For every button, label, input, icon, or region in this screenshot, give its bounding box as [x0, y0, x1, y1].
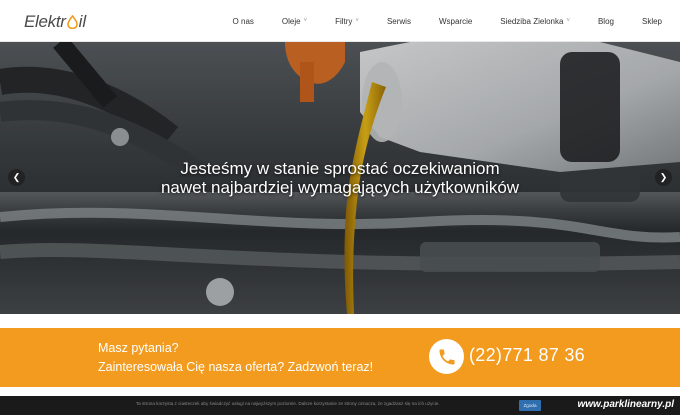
nav-item-siedziba-zielonka[interactable]: Siedziba Zielonka ˅: [500, 17, 570, 26]
oil-drop-logo-icon: [66, 15, 78, 29]
contact-cta: Zainteresowała Cię nasza oferta? Zadzwoń…: [98, 360, 374, 374]
nav-item-label: Wsparcie: [438, 16, 473, 26]
nav-item-blog[interactable]: Blog: [598, 17, 614, 26]
nav-item-label: Sklep: [641, 16, 662, 26]
slider-prev-button[interactable]: ❮: [8, 169, 25, 186]
phone-number[interactable]: (22)771 87 36: [469, 344, 585, 366]
nav-item-label: Siedziba Zielonka: [500, 16, 564, 26]
cookie-bar: Ta strona korzysta z ciasteczek aby świa…: [0, 396, 680, 415]
nav-item-sklep[interactable]: Sklep: [642, 17, 662, 26]
hero-headline-line1: Jesteśmy w stanie sprostać oczekiwaniom: [180, 159, 500, 178]
contact-band: Masz pytania? Zainteresowała Cię nasza o…: [0, 328, 680, 387]
watermark: www.parklinearny.pl: [577, 399, 674, 410]
slider-next-button[interactable]: ❯: [655, 169, 672, 186]
phone-glyph: [439, 349, 454, 364]
phone-icon[interactable]: [429, 339, 464, 374]
nav-item-oleje[interactable]: Oleje ˅: [282, 17, 307, 26]
hero-headline-line2: nawet najbardziej wymagających użytkowni…: [160, 178, 520, 197]
cookie-text: Ta strona korzysta z ciasteczek aby świa…: [136, 401, 440, 406]
contact-question: Masz pytania?: [98, 341, 179, 355]
hero-slider: Jesteśmy w stanie sprostać oczekiwaniom …: [0, 42, 680, 314]
nav-item-label: Serwis: [386, 16, 411, 26]
main-nav: O nas Oleje ˅ Filtry ˅ Serwis Wsparcie Siedziba…: [233, 0, 662, 42]
nav-item-wsparcie[interactable]: Wsparcie: [439, 17, 472, 26]
chevron-right-icon: ❯: [659, 172, 668, 182]
nav-item-label: Blog: [597, 16, 614, 26]
nav-item-filtry[interactable]: Filtry ˅: [335, 17, 359, 26]
cookie-accept-button[interactable]: Zgoda: [519, 400, 541, 411]
nav-item-label: Oleje: [281, 16, 301, 26]
logo-text-part1: Elektr: [24, 12, 66, 31]
nav-item-label: Filtry: [335, 16, 353, 26]
site-header: Elektr il O nas Oleje ˅ Filtry ˅ Serwis Wsparc…: [0, 0, 680, 42]
nav-item-serwis[interactable]: Serwis: [387, 17, 411, 26]
logo[interactable]: Elektr il: [24, 10, 86, 34]
chevron-down-icon: ˅: [303, 18, 308, 24]
nav-item-label: O nas: [232, 16, 254, 26]
chevron-down-icon: ˅: [355, 18, 359, 24]
logo-text-part2: il: [78, 12, 87, 31]
chevron-left-icon: ❮: [12, 172, 21, 182]
nav-item-o-nas[interactable]: O nas: [233, 17, 254, 26]
chevron-down-icon: ˅: [566, 18, 570, 24]
